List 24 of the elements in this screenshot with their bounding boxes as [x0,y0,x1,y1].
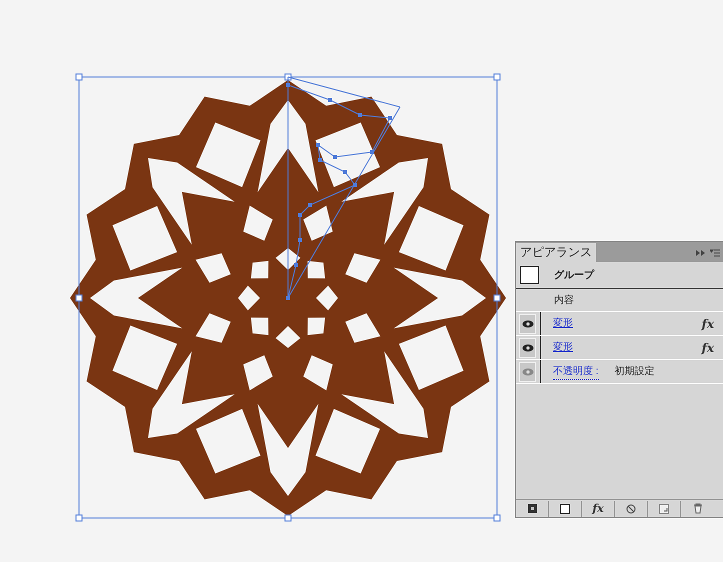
new-item-icon [659,504,669,514]
swatch-thumbnail [520,266,539,284]
panel-tab[interactable]: アピアランス [516,243,596,262]
empty-square-icon [560,504,570,514]
effect-link[interactable]: 変形 [553,340,573,355]
visibility-toggle[interactable] [519,314,536,334]
opacity-link[interactable]: 不透明度 : [553,364,599,380]
filled-square-icon [528,504,536,513]
prohibited-icon [626,504,636,514]
collapse-arrows-icon[interactable] [696,250,706,256]
opacity-value: 初期設定 [614,364,655,379]
eye-icon [522,344,534,352]
target-label: グループ [554,268,594,282]
eye-icon [522,320,534,328]
effect-link[interactable]: 変形 [553,316,573,331]
fx-label: fx [702,316,714,332]
trash-icon [692,503,702,514]
add-effect-button[interactable]: fx [582,500,615,516]
visibility-toggle[interactable] [519,338,536,358]
eye-icon [522,368,534,376]
visibility-toggle[interactable] [519,362,536,382]
contents-label[interactable]: 内容 [554,292,574,308]
fx-label: fx [702,340,714,356]
panel-menu-icon[interactable] [710,248,720,256]
